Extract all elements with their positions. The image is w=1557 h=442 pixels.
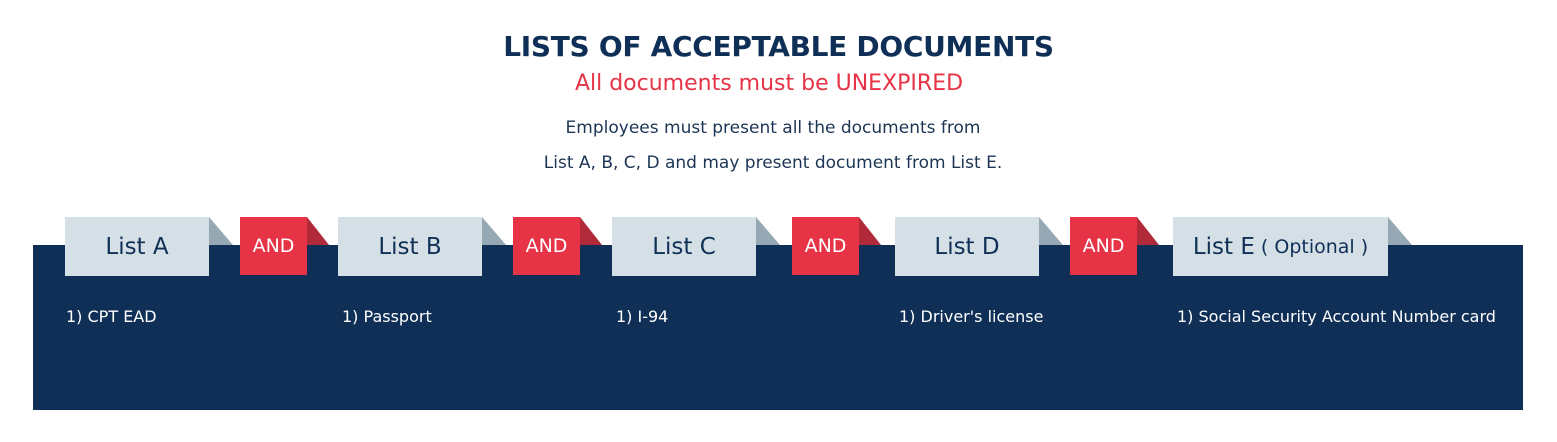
list-c-item: 1) I-94 [616,307,669,326]
list-c-label: List C [652,233,716,260]
and-connector-2: AND [513,217,580,275]
tab-fold-a [209,217,233,245]
list-e-tab: List E ( Optional ) [1173,217,1388,276]
tab-fold-c [756,217,780,245]
list-d-label: List D [934,233,1000,260]
list-d-item: 1) Driver's license [899,307,1044,326]
list-b-item: 1) Passport [342,307,432,326]
list-a-item: 1) CPT EAD [66,307,157,326]
description-line-2: List A, B, C, D and may present document… [543,153,1003,173]
tab-fold-d [1039,217,1063,245]
page-subtitle: All documents must be UNEXPIRED [574,71,964,96]
list-b-label: List B [378,233,442,260]
list-a-label: List A [105,233,169,260]
page-title: LISTS OF ACCEPTABLE DOCUMENTS [503,30,1054,63]
and-connector-1: AND [240,217,307,275]
and-connector-3: AND [792,217,859,275]
list-e-item: 1) Social Security Account Number card [1177,307,1496,326]
list-a-tab: List A [65,217,209,276]
and-connector-4: AND [1070,217,1137,275]
tab-fold-b [482,217,506,245]
tab-fold-e [1388,217,1412,245]
and-fold-2 [580,217,602,245]
description-line-1: Employees must present all the documents… [565,118,981,138]
list-b-tab: List B [338,217,482,276]
list-e-label: List E [1192,233,1255,260]
list-c-tab: List C [612,217,756,276]
and-fold-1 [307,217,329,245]
list-d-tab: List D [895,217,1039,276]
and-fold-3 [859,217,881,245]
and-fold-4 [1137,217,1159,245]
list-e-optional-note: ( Optional ) [1260,235,1369,258]
